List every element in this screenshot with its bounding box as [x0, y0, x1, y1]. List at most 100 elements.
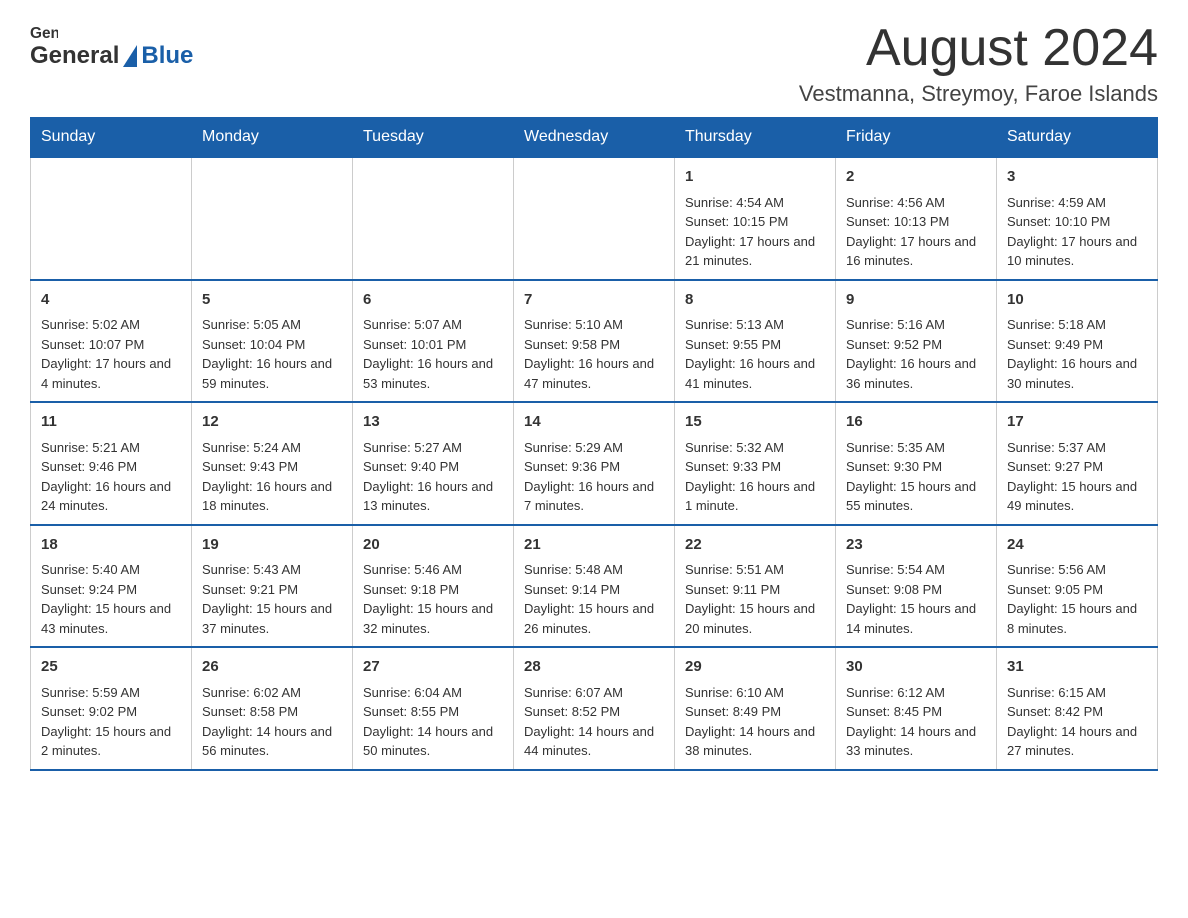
weekday-header-saturday: Saturday [997, 118, 1158, 158]
day-number: 13 [363, 411, 503, 434]
calendar-cell: 7 Sunrise: 5:10 AM Sunset: 9:58 PM Daylig… [514, 280, 675, 403]
day-number: 27 [363, 656, 503, 679]
page-header: General General Blue August 2024 Vestman… [30, 20, 1158, 107]
day-number: 4 [41, 289, 181, 312]
calendar-cell: 30 Sunrise: 6:12 AM Sunset: 8:45 PM Dayli… [836, 647, 997, 770]
calendar-cell: 2 Sunrise: 4:56 AM Sunset: 10:13 PM Dayli… [836, 157, 997, 280]
day-number: 31 [1007, 656, 1147, 679]
weekday-header-tuesday: Tuesday [353, 118, 514, 158]
day-info: Sunrise: 5:46 AM Sunset: 9:18 PM Dayligh… [363, 560, 503, 638]
calendar-cell: 20 Sunrise: 5:46 AM Sunset: 9:18 PM Dayli… [353, 525, 514, 648]
day-number: 24 [1007, 534, 1147, 557]
month-title: August 2024 [799, 20, 1158, 77]
day-number: 26 [202, 656, 342, 679]
day-number: 28 [524, 656, 664, 679]
day-number: 19 [202, 534, 342, 557]
header-right: August 2024 Vestmanna, Streymoy, Faroe I… [799, 20, 1158, 107]
calendar-cell: 10 Sunrise: 5:18 AM Sunset: 9:49 PM Dayli… [997, 280, 1158, 403]
calendar-cell: 6 Sunrise: 5:07 AM Sunset: 10:01 PM Dayli… [353, 280, 514, 403]
day-info: Sunrise: 5:21 AM Sunset: 9:46 PM Dayligh… [41, 438, 181, 516]
calendar-cell [353, 157, 514, 280]
day-number: 11 [41, 411, 181, 434]
day-info: Sunrise: 5:59 AM Sunset: 9:02 PM Dayligh… [41, 683, 181, 761]
day-info: Sunrise: 6:12 AM Sunset: 8:45 PM Dayligh… [846, 683, 986, 761]
day-info: Sunrise: 6:10 AM Sunset: 8:49 PM Dayligh… [685, 683, 825, 761]
calendar-cell: 29 Sunrise: 6:10 AM Sunset: 8:49 PM Dayli… [675, 647, 836, 770]
day-number: 1 [685, 166, 825, 189]
day-number: 7 [524, 289, 664, 312]
day-number: 2 [846, 166, 986, 189]
calendar-cell [31, 157, 192, 280]
day-number: 6 [363, 289, 503, 312]
day-number: 23 [846, 534, 986, 557]
week-row-5: 25 Sunrise: 5:59 AM Sunset: 9:02 PM Dayli… [31, 647, 1158, 770]
calendar-cell: 22Sunrise: 5:51 AM Sunset: 9:11 PM Dayli… [675, 525, 836, 648]
day-number: 30 [846, 656, 986, 679]
day-number: 29 [685, 656, 825, 679]
calendar-cell: 18Sunrise: 5:40 AM Sunset: 9:24 PM Dayli… [31, 525, 192, 648]
day-number: 16 [846, 411, 986, 434]
day-info: Sunrise: 5:13 AM Sunset: 9:55 PM Dayligh… [685, 315, 825, 393]
weekday-header-friday: Friday [836, 118, 997, 158]
day-info: Sunrise: 5:51 AM Sunset: 9:11 PM Dayligh… [685, 560, 825, 638]
week-row-4: 18Sunrise: 5:40 AM Sunset: 9:24 PM Dayli… [31, 525, 1158, 648]
calendar-cell: 3 Sunrise: 4:59 AM Sunset: 10:10 PM Dayli… [997, 157, 1158, 280]
weekday-header-monday: Monday [192, 118, 353, 158]
day-info: Sunrise: 5:54 AM Sunset: 9:08 PM Dayligh… [846, 560, 986, 638]
logo-general: General [30, 42, 119, 70]
day-info: Sunrise: 6:02 AM Sunset: 8:58 PM Dayligh… [202, 683, 342, 761]
day-number: 25 [41, 656, 181, 679]
day-number: 9 [846, 289, 986, 312]
day-info: Sunrise: 5:35 AM Sunset: 9:30 PM Dayligh… [846, 438, 986, 516]
calendar-cell: 28 Sunrise: 6:07 AM Sunset: 8:52 PM Dayli… [514, 647, 675, 770]
day-info: Sunrise: 5:29 AM Sunset: 9:36 PM Dayligh… [524, 438, 664, 516]
day-info: Sunrise: 5:24 AM Sunset: 9:43 PM Dayligh… [202, 438, 342, 516]
day-number: 10 [1007, 289, 1147, 312]
svg-text:General: General [30, 25, 58, 42]
day-info: Sunrise: 5:07 AM Sunset: 10:01 PM Daylig… [363, 315, 503, 393]
calendar-cell: 21 Sunrise: 5:48 AM Sunset: 9:14 PM Dayli… [514, 525, 675, 648]
calendar-cell: 16 Sunrise: 5:35 AM Sunset: 9:30 PM Dayli… [836, 402, 997, 525]
calendar-cell [514, 157, 675, 280]
calendar-cell: 14Sunrise: 5:29 AM Sunset: 9:36 PM Dayli… [514, 402, 675, 525]
weekday-header-thursday: Thursday [675, 118, 836, 158]
location-title: Vestmanna, Streymoy, Faroe Islands [799, 81, 1158, 107]
day-number: 15 [685, 411, 825, 434]
weekday-header-row: SundayMondayTuesdayWednesdayThursdayFrid… [31, 118, 1158, 158]
day-info: Sunrise: 5:16 AM Sunset: 9:52 PM Dayligh… [846, 315, 986, 393]
calendar-cell: 8 Sunrise: 5:13 AM Sunset: 9:55 PM Daylig… [675, 280, 836, 403]
day-info: Sunrise: 5:48 AM Sunset: 9:14 PM Dayligh… [524, 560, 664, 638]
calendar-cell: 31Sunrise: 6:15 AM Sunset: 8:42 PM Dayli… [997, 647, 1158, 770]
calendar-cell: 27Sunrise: 6:04 AM Sunset: 8:55 PM Dayli… [353, 647, 514, 770]
calendar-cell: 15 Sunrise: 5:32 AM Sunset: 9:33 PM Dayli… [675, 402, 836, 525]
day-info: Sunrise: 5:40 AM Sunset: 9:24 PM Dayligh… [41, 560, 181, 638]
day-info: Sunrise: 5:32 AM Sunset: 9:33 PM Dayligh… [685, 438, 825, 516]
logo-blue: Blue [141, 42, 193, 70]
calendar-cell: 17Sunrise: 5:37 AM Sunset: 9:27 PM Dayli… [997, 402, 1158, 525]
week-row-1: 1 Sunrise: 4:54 AM Sunset: 10:15 PM Dayli… [31, 157, 1158, 280]
day-number: 21 [524, 534, 664, 557]
day-info: Sunrise: 5:05 AM Sunset: 10:04 PM Daylig… [202, 315, 342, 393]
day-number: 3 [1007, 166, 1147, 189]
week-row-2: 4Sunrise: 5:02 AM Sunset: 10:07 PM Dayli… [31, 280, 1158, 403]
calendar-cell: 26 Sunrise: 6:02 AM Sunset: 8:58 PM Dayli… [192, 647, 353, 770]
day-number: 5 [202, 289, 342, 312]
day-number: 17 [1007, 411, 1147, 434]
calendar-cell: 12Sunrise: 5:24 AM Sunset: 9:43 PM Dayli… [192, 402, 353, 525]
day-info: Sunrise: 5:18 AM Sunset: 9:49 PM Dayligh… [1007, 315, 1147, 393]
day-info: Sunrise: 5:27 AM Sunset: 9:40 PM Dayligh… [363, 438, 503, 516]
calendar-cell: 25 Sunrise: 5:59 AM Sunset: 9:02 PM Dayli… [31, 647, 192, 770]
week-row-3: 11 Sunrise: 5:21 AM Sunset: 9:46 PM Dayli… [31, 402, 1158, 525]
calendar-table: SundayMondayTuesdayWednesdayThursdayFrid… [30, 117, 1158, 771]
day-info: Sunrise: 5:56 AM Sunset: 9:05 PM Dayligh… [1007, 560, 1147, 638]
calendar-cell: 13 Sunrise: 5:27 AM Sunset: 9:40 PM Dayli… [353, 402, 514, 525]
calendar-cell: 1 Sunrise: 4:54 AM Sunset: 10:15 PM Dayli… [675, 157, 836, 280]
day-number: 20 [363, 534, 503, 557]
day-info: Sunrise: 4:54 AM Sunset: 10:15 PM Daylig… [685, 193, 825, 271]
calendar-cell: 5 Sunrise: 5:05 AM Sunset: 10:04 PM Dayli… [192, 280, 353, 403]
day-info: Sunrise: 4:59 AM Sunset: 10:10 PM Daylig… [1007, 193, 1147, 271]
day-number: 8 [685, 289, 825, 312]
day-info: Sunrise: 4:56 AM Sunset: 10:13 PM Daylig… [846, 193, 986, 271]
day-info: Sunrise: 6:07 AM Sunset: 8:52 PM Dayligh… [524, 683, 664, 761]
day-info: Sunrise: 5:10 AM Sunset: 9:58 PM Dayligh… [524, 315, 664, 393]
